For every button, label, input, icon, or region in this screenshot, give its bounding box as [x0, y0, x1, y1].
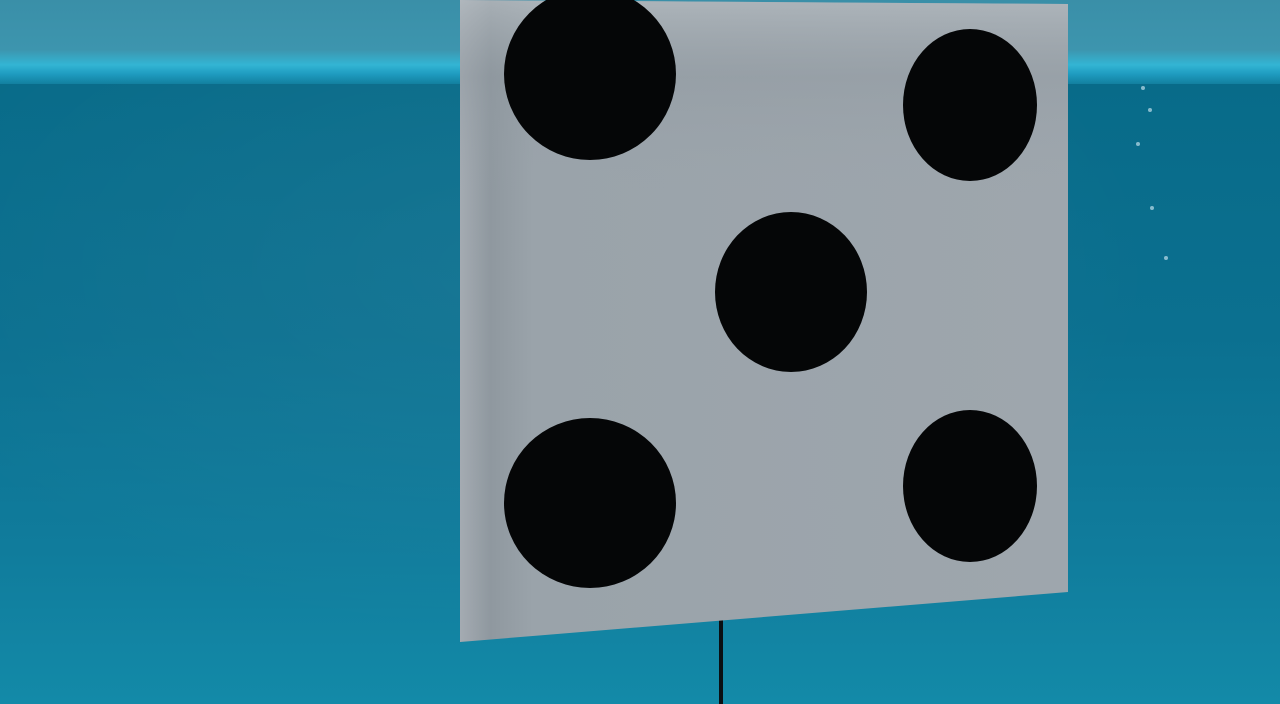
game-viewport	[0, 0, 1280, 704]
pip-bottom-right	[903, 410, 1037, 562]
pip-bottom-left	[504, 418, 676, 588]
pip-top-right	[903, 29, 1037, 181]
pip-center	[715, 212, 867, 372]
die-object	[460, 0, 1068, 642]
